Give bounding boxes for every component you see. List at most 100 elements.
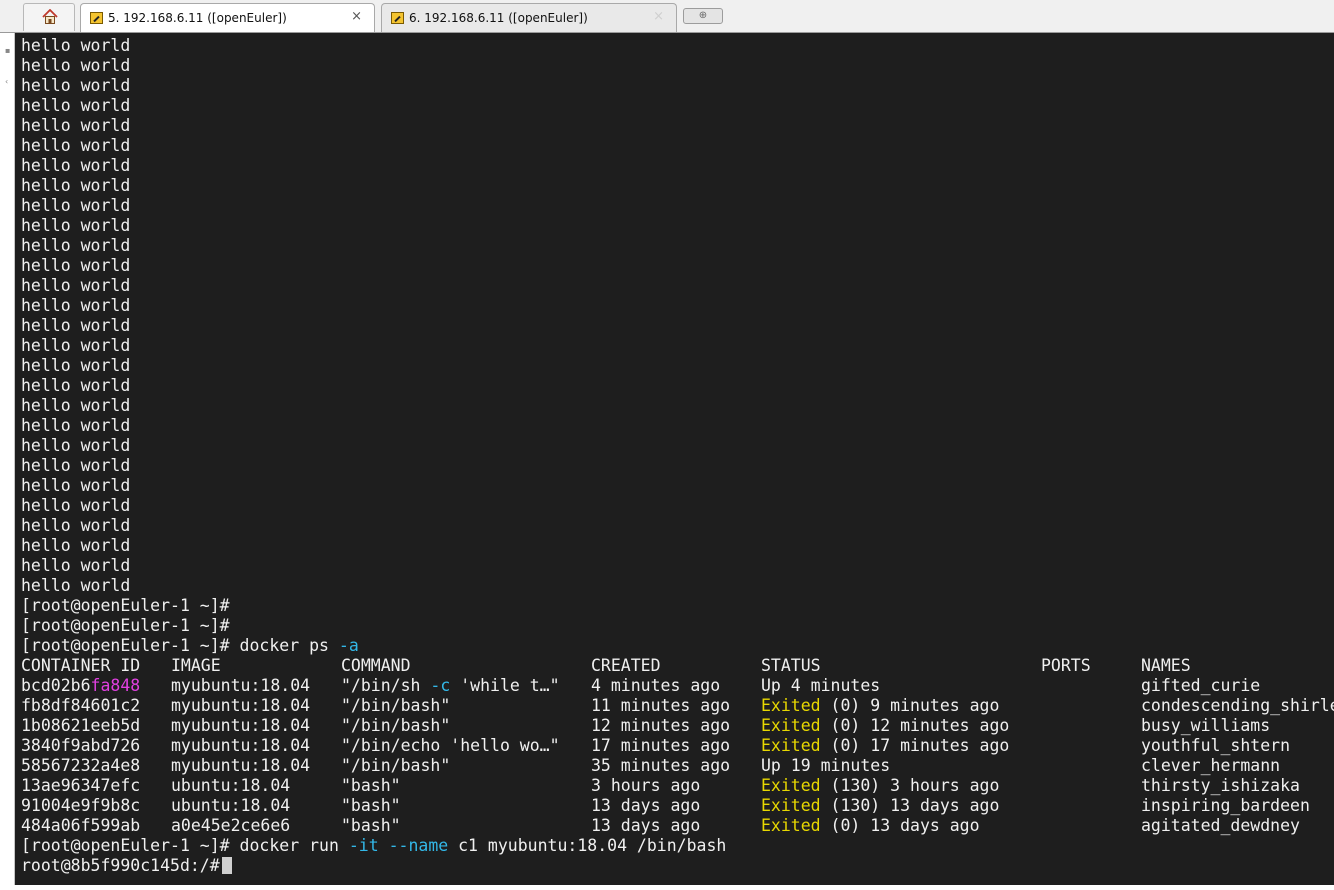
terminal-output[interactable]: hello world hello world hello world hello w… [15,33,1334,885]
output-line: hello world [21,36,130,56]
output-line: hello world [21,276,130,296]
container-name: inspiring_bardeen [1141,796,1310,815]
prompt-line: [root@openEuler-1 ~]# [21,596,230,616]
command-text: "/bin/sh [341,676,431,695]
command-text: "bash" [341,816,401,835]
created-cell: 17 minutes ago [591,736,730,756]
shell-prompt: [root@openEuler-1 ~]# [21,596,230,615]
created-cell: 3 hours ago [591,776,700,796]
new-tab-button[interactable]: ⊕ [683,8,723,24]
tab-bar: 5. 192.168.6.11 ([openEuler]) × 6. 192.1… [0,0,1334,33]
command-text: "bash" [341,776,401,795]
status-text: (0) 12 minutes ago [820,716,1010,735]
created-cell: 11 minutes ago [591,696,730,716]
status-text: Up 4 minutes [761,676,881,695]
output-text: hello world [21,396,131,415]
created-text: 4 minutes ago [591,676,721,695]
status-text: (130) 3 hours ago [820,776,1000,795]
output-text: hello world [21,436,131,455]
container-id-cell: 58567232a4e8 [21,756,140,776]
output-line: hello world [21,516,130,536]
image-name: a0e45e2ce6e6 [171,816,291,835]
command-text: "/bin/bash" [341,756,451,775]
output-text: hello world [21,176,131,195]
image-name: myubuntu:18.04 [171,676,311,695]
created-text: 11 minutes ago [591,696,731,715]
output-line: hello world [21,196,130,216]
status-strip [0,885,1334,890]
image-name: myubuntu:18.04 [171,736,311,755]
image-name: ubuntu:18.04 [171,776,291,795]
command-flag: --name [388,836,449,855]
column-header: CONTAINER ID [21,656,140,676]
command-text: [root@openEuler-1 ~]# docker ps [21,636,339,655]
output-line: hello world [21,336,130,356]
status-cell: Up 19 minutes [761,756,890,776]
home-icon [42,9,58,24]
terminal-icon [391,12,404,24]
output-line: hello world [21,236,130,256]
output-text: hello world [21,496,131,515]
container-id: 58567232a4e8 [21,756,141,775]
image-name: ubuntu:18.04 [171,796,291,815]
close-icon[interactable]: × [653,9,664,24]
status-text: Up 19 minutes [761,756,891,775]
close-icon[interactable]: × [351,9,362,24]
column-header: STATUS [761,656,821,676]
output-line: hello world [21,556,130,576]
container-id-cell: 91004e9f9b8c [21,796,140,816]
column-header-text: PORTS [1041,656,1091,675]
container-id: 484a06f599ab [21,816,141,835]
output-text: hello world [21,516,131,535]
output-text: hello world [21,136,131,155]
container-name: thirsty_ishizaka [1141,776,1300,795]
output-line: hello world [21,316,130,336]
container-id: fb8df84601c2 [21,696,141,715]
output-text: hello world [21,116,131,135]
created-text: 17 minutes ago [591,736,731,755]
output-text: hello world [21,416,131,435]
command-flag: -it [348,836,379,855]
status-cell: Exited (130) 3 hours ago [761,776,999,796]
image-cell: myubuntu:18.04 [171,696,310,716]
image-cell: myubuntu:18.04 [171,736,310,756]
output-line: hello world [21,536,130,556]
column-header-text: STATUS [761,656,821,675]
status-text: (0) 9 minutes ago [820,696,1000,715]
created-cell: 12 minutes ago [591,716,730,736]
names-cell: agitated_dewdney [1141,816,1300,836]
image-name: myubuntu:18.04 [171,696,311,715]
output-line: hello world [21,356,130,376]
image-cell: ubuntu:18.04 [171,796,290,816]
image-name: myubuntu:18.04 [171,756,311,775]
output-text: hello world [21,556,131,575]
command-cell: "bash" [341,776,401,796]
output-line: hello world [21,456,130,476]
container-name: youthful_shtern [1141,736,1291,755]
tab-session-6[interactable]: 6. 192.168.6.11 ([openEuler]) × [381,3,677,32]
container-name: busy_williams [1141,716,1271,735]
image-cell: myubuntu:18.04 [171,676,310,696]
column-header-text: IMAGE [171,656,221,675]
output-text: hello world [21,576,131,595]
tab-session-5[interactable]: 5. 192.168.6.11 ([openEuler]) × [80,3,375,32]
names-cell: inspiring_bardeen [1141,796,1310,816]
names-cell: clever_hermann [1141,756,1280,776]
command-text: c1 myubuntu:18.04 /bin/bash [448,836,727,855]
output-text: hello world [21,276,131,295]
output-text: hello world [21,336,131,355]
scroll-marker-icon: ▪ [5,46,11,55]
output-line: hello world [21,296,130,316]
container-id: 13ae96347efc [21,776,141,795]
output-text: hello world [21,456,131,475]
scroll-marker-icon: ‹ [5,77,9,86]
created-cell: 35 minutes ago [591,756,730,776]
output-line: hello world [21,156,130,176]
command-cell: "/bin/echo 'hello wo…" [341,736,560,756]
container-id: 91004e9f9b8c [21,796,141,815]
command-text: [root@openEuler-1 ~]# docker run [21,836,349,855]
created-text: 3 hours ago [591,776,701,795]
home-tab[interactable] [23,3,75,31]
output-text: hello world [21,296,131,315]
